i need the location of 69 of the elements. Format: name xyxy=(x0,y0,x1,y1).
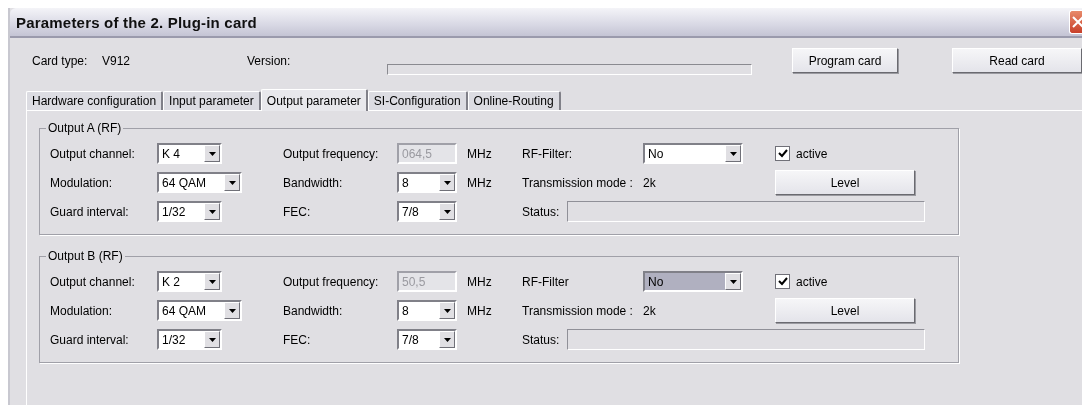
field-label: Modulation: xyxy=(50,303,114,318)
field-value: V912 xyxy=(102,54,131,68)
dropdown-arrow-icon[interactable] xyxy=(729,151,737,156)
dropdown-arrow-icon[interactable] xyxy=(443,180,451,185)
field-label: Bandwidth: xyxy=(283,175,344,190)
group-title: Output A (RF) xyxy=(47,121,123,135)
field-label: FEC: xyxy=(283,204,312,219)
tab[interactable]: Hardware configuration xyxy=(26,91,164,110)
field-label: Output channel: xyxy=(50,274,136,289)
close-icon[interactable] xyxy=(1072,16,1082,28)
unit-label: MHz xyxy=(467,303,493,318)
unit-label: MHz xyxy=(467,274,493,289)
tab[interactable]: Online-Routing xyxy=(467,91,561,110)
unit-label: MHz xyxy=(467,175,493,190)
field-value: 2k xyxy=(643,303,657,318)
tab[interactable]: Output parameter xyxy=(260,89,368,111)
field-label: RF-Filter: xyxy=(522,146,573,161)
dropdown[interactable]: 64 QAM xyxy=(157,300,242,321)
checkbox-label: active xyxy=(796,146,828,161)
dropdown[interactable]: No xyxy=(643,271,743,292)
field-label: RF-Filter xyxy=(522,274,570,289)
dropdown[interactable]: K 2 xyxy=(157,271,222,292)
field-value: 2k xyxy=(643,175,657,190)
field-label: Guard interval: xyxy=(50,204,130,219)
dropdown-arrow-icon[interactable] xyxy=(443,337,451,342)
dropdown[interactable]: 64 QAM xyxy=(157,172,242,193)
field-label: Modulation: xyxy=(50,175,114,190)
field-label: Bandwidth: xyxy=(283,303,344,318)
checkbox[interactable] xyxy=(775,146,790,161)
close-button[interactable] xyxy=(1069,10,1082,34)
dropdown[interactable]: 8 xyxy=(397,300,457,321)
level-button[interactable]: Level xyxy=(775,170,915,195)
field-label: Guard interval: xyxy=(50,332,130,347)
dropdown[interactable]: 1/32 xyxy=(157,329,222,350)
dropdown-arrow-icon[interactable] xyxy=(208,151,216,156)
group-title: Output B (RF) xyxy=(47,249,124,263)
unit-label: MHz xyxy=(467,146,493,161)
checkbox[interactable] xyxy=(775,274,790,289)
dropdown-arrow-icon[interactable] xyxy=(208,337,216,342)
dropdown-arrow-icon[interactable] xyxy=(443,209,451,214)
tab[interactable]: Input parameter xyxy=(163,91,261,110)
field-label: FEC: xyxy=(283,332,312,347)
dropdown[interactable]: No xyxy=(643,143,743,164)
field-label: Status: xyxy=(522,332,560,347)
tab[interactable]: SI-Configuration xyxy=(367,91,468,110)
dropdown-arrow-icon[interactable] xyxy=(228,180,236,185)
field-label: Output channel: xyxy=(50,146,136,161)
dropdown[interactable]: 1/32 xyxy=(157,201,222,222)
dropdown[interactable]: 7/8 xyxy=(397,201,457,222)
dropdown[interactable]: K 4 xyxy=(157,143,222,164)
checkbox-label: active xyxy=(796,274,828,289)
read-card-button[interactable]: Read card xyxy=(952,48,1082,73)
dropdown-arrow-icon[interactable] xyxy=(228,308,236,313)
field-label: Card type: xyxy=(32,54,88,68)
dropdown[interactable]: 8 xyxy=(397,172,457,193)
dropdown[interactable]: 7/8 xyxy=(397,329,457,350)
dropdown-arrow-icon[interactable] xyxy=(208,279,216,284)
field-label: Output frequency: xyxy=(283,146,380,161)
program-card-button[interactable]: Program card xyxy=(792,48,898,73)
field-label: Version: xyxy=(247,54,291,68)
field-label: Transmission mode : xyxy=(522,175,634,190)
field-label: Status: xyxy=(522,204,560,219)
level-button[interactable]: Level xyxy=(775,298,915,323)
field-label: Transmission mode : xyxy=(522,303,634,318)
window-title: Parameters of the 2. Plug-in card xyxy=(16,13,257,31)
dropdown-arrow-icon[interactable] xyxy=(208,209,216,214)
field-label: Output frequency: xyxy=(283,274,380,289)
dropdown-arrow-icon[interactable] xyxy=(729,279,737,284)
dropdown-arrow-icon[interactable] xyxy=(443,308,451,313)
